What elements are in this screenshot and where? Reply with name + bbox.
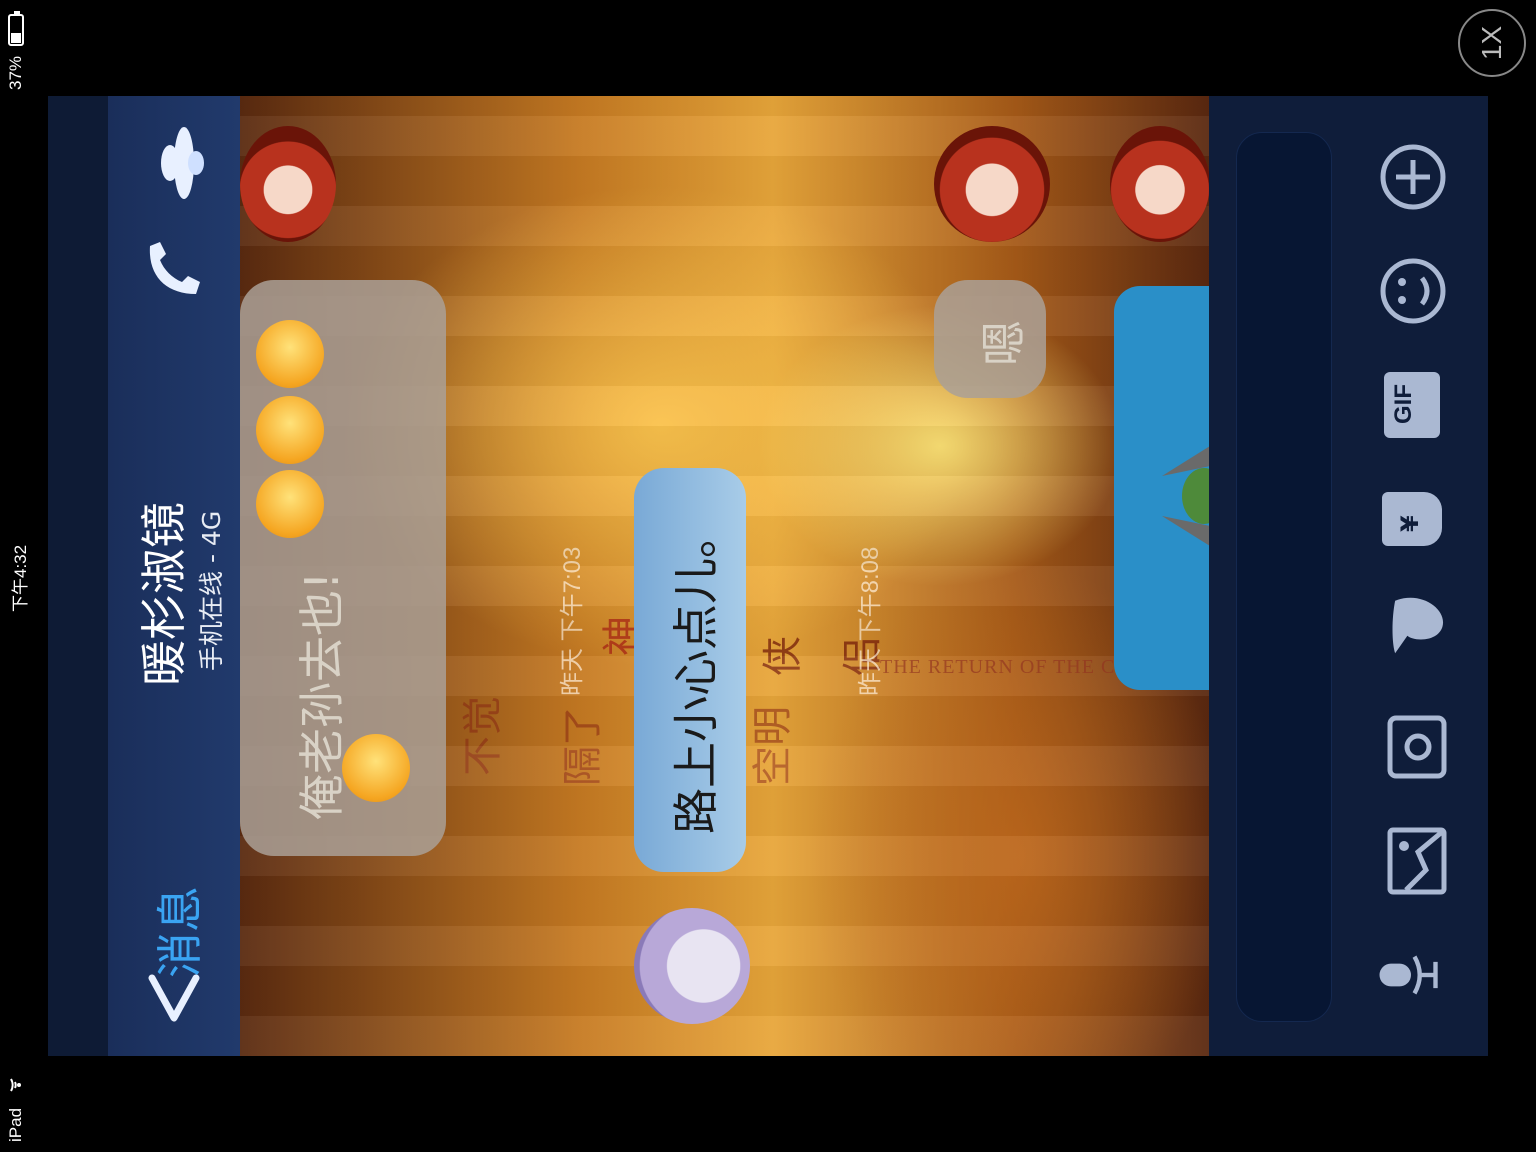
blushing-emoji <box>256 470 324 538</box>
message-text: 俺老孙去也! <box>295 571 349 820</box>
sticker-message[interactable] <box>1114 286 1209 690</box>
my-avatar[interactable] <box>634 908 750 1024</box>
wifi-icon <box>10 1078 21 1092</box>
status-time: 下午4:32 <box>11 544 30 612</box>
message-bubble[interactable]: 俺老孙去也! <box>240 280 446 856</box>
contact-name: 暖杉淑镜 <box>137 502 191 686</box>
message-bubble[interactable]: 嗯 <box>934 280 1046 398</box>
contact-avatar[interactable] <box>1110 126 1209 242</box>
zoom-button[interactable]: 1X <box>1458 9 1526 77</box>
contact-avatar[interactable] <box>240 126 336 242</box>
contact-avatar[interactable] <box>934 126 1050 242</box>
laughing-crying-emoji <box>342 734 410 802</box>
chat-window: 消息 暖杉淑镜 手机在线 - 4G 不觉 隔了 神 侠 侣 空明 THE RET… <box>48 96 1488 1056</box>
microphone-icon[interactable] <box>1376 940 1446 1010</box>
battery-icon <box>8 11 24 46</box>
status-bar: 37% 下午4:32 iPad <box>0 0 34 1152</box>
timestamp: 昨天 下午8:08 <box>857 546 884 696</box>
laughing-crying-emoji <box>256 320 324 388</box>
nav-bar: 消息 暖杉淑镜 手机在线 - 4G <box>108 96 240 1056</box>
message-input[interactable] <box>1236 132 1332 1022</box>
laughing-crying-emoji <box>256 396 324 464</box>
sticker-image <box>1162 446 1209 546</box>
doodle-icon[interactable] <box>1382 592 1452 662</box>
contact-status: 手机在线 - 4G <box>197 510 226 671</box>
watermark-text: 侣 <box>840 636 886 676</box>
gif-icon[interactable]: GIF <box>1384 372 1440 438</box>
message-text: 路上小心点儿。 <box>669 512 723 834</box>
add-icon[interactable] <box>1378 142 1448 212</box>
device-label: iPad <box>6 1107 25 1142</box>
battery-percentage: 37% <box>6 55 25 90</box>
back-button[interactable]: 消息 <box>144 886 210 978</box>
red-packet-icon[interactable]: ¥ <box>1382 492 1442 546</box>
image-icon[interactable] <box>1382 826 1452 896</box>
chat-area: 不觉 隔了 神 侠 侣 空明 THE RETURN OF THE CONDOR … <box>240 96 1209 1056</box>
message-bubble[interactable]: 路上小心点儿。 <box>634 468 746 872</box>
message-text: 嗯 <box>977 320 1031 366</box>
emoji-icon[interactable] <box>1378 256 1448 326</box>
timestamp: 昨天 下午7:03 <box>559 546 586 696</box>
ufo-icon[interactable] <box>160 120 208 206</box>
camera-icon[interactable] <box>1382 712 1452 782</box>
watermark-text: 隔了 <box>560 706 606 786</box>
watermark-text: 空明 <box>750 706 796 786</box>
watermark-text: 侠 <box>760 636 806 676</box>
watermark-text: 不觉 <box>460 696 506 776</box>
phone-icon[interactable] <box>138 236 208 306</box>
